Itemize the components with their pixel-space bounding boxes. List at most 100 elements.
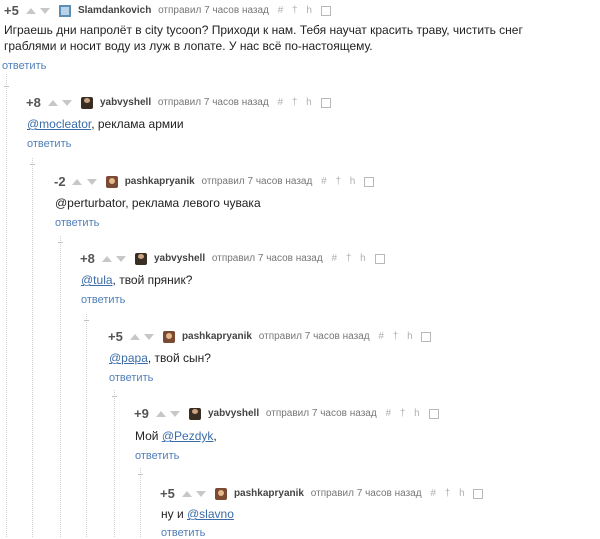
save-icon[interactable] <box>364 176 375 187</box>
dagger-icon[interactable]: † <box>400 408 406 419</box>
permalink-icon[interactable]: # <box>278 5 284 16</box>
vote-up-icon[interactable] <box>129 333 140 340</box>
avatar[interactable] <box>81 96 94 109</box>
collapse-toggle[interactable] <box>58 242 63 243</box>
comment-rating: +5 <box>4 3 19 18</box>
comment-text: @perturbator, реклама левого чувака <box>55 196 261 210</box>
avatar[interactable] <box>59 4 72 17</box>
comment-author[interactable]: pashkapryanik <box>182 331 252 342</box>
dagger-icon[interactable]: † <box>445 488 451 499</box>
user-mention-link[interactable]: @mocleator <box>27 117 91 131</box>
save-icon[interactable] <box>374 253 385 264</box>
collapse-toggle[interactable] <box>4 86 9 87</box>
vote-up-icon[interactable] <box>181 490 192 497</box>
vote-up-icon[interactable] <box>47 99 58 106</box>
comment-author[interactable]: yabvyshell <box>154 253 205 264</box>
comment-text: ну и @slavno <box>161 506 234 522</box>
dagger-icon[interactable]: † <box>292 5 298 16</box>
comment-header: +5 pashkapryanik отправил 7 часов назад … <box>108 329 432 345</box>
save-icon[interactable] <box>421 331 432 342</box>
user-mention-link[interactable]: @tula <box>81 273 113 287</box>
avatar[interactable] <box>105 175 118 188</box>
avatar[interactable] <box>189 407 202 420</box>
thread-line <box>86 314 87 537</box>
vote-up-icon[interactable] <box>72 178 83 185</box>
parent-icon[interactable]: h <box>360 253 366 264</box>
comment-text-start: ну и <box>161 507 187 521</box>
comment-author[interactable]: Slamdankovich <box>78 5 151 16</box>
vote-down-icon[interactable] <box>62 99 73 106</box>
comment-text: @tula, твой пряник? <box>81 272 192 288</box>
comment-author[interactable]: yabvyshell <box>100 97 151 108</box>
comment-text-rest: , твой сын? <box>147 351 211 365</box>
comment-text: Мой @Pezdyk, <box>135 428 217 444</box>
thread-line <box>6 74 7 537</box>
vote-up-icon[interactable] <box>25 7 36 14</box>
comment-header: +5 pashkapryanik отправил 7 часов назад … <box>160 486 484 502</box>
permalink-icon[interactable]: # <box>321 176 327 187</box>
vote-down-icon[interactable] <box>144 333 155 340</box>
comment-text-line: граблями и носит воду из луж в лопате. У… <box>4 39 373 53</box>
parent-icon[interactable]: h <box>306 5 312 16</box>
dagger-icon[interactable]: † <box>393 331 399 342</box>
vote-up-icon[interactable] <box>155 410 166 417</box>
avatar[interactable] <box>215 487 228 500</box>
comment-meta: отправил 7 часов назад <box>265 408 377 419</box>
parent-icon[interactable]: h <box>306 97 312 108</box>
thread-line <box>60 236 61 537</box>
user-mention-link[interactable]: @Pezdyk <box>162 429 214 443</box>
comment-meta: отправил 7 часов назад <box>158 5 269 16</box>
parent-icon[interactable]: h <box>350 176 356 187</box>
parent-icon[interactable]: h <box>407 331 413 342</box>
vote-down-icon[interactable] <box>116 255 127 262</box>
comment-author[interactable]: pashkapryanik <box>234 488 304 499</box>
comment-author[interactable]: pashkapryanik <box>125 176 195 187</box>
avatar[interactable] <box>163 330 176 343</box>
permalink-icon[interactable]: # <box>430 488 436 499</box>
comment-meta: отправил 7 часов назад <box>157 97 269 108</box>
comment-text-line: Играешь дни напролёт в city tycoon? Прих… <box>4 23 523 37</box>
parent-icon[interactable]: h <box>459 488 465 499</box>
collapse-toggle[interactable] <box>112 396 117 397</box>
thread-line <box>140 468 141 537</box>
user-mention-link[interactable]: @slavno <box>187 507 234 521</box>
comment-text-rest: , твой пряник? <box>112 273 193 287</box>
permalink-icon[interactable]: # <box>385 408 391 419</box>
reply-link[interactable]: ответить <box>109 372 153 384</box>
user-mention-link[interactable]: @papa <box>109 351 148 365</box>
dagger-icon[interactable]: † <box>346 253 352 264</box>
reply-link[interactable]: ответить <box>2 60 46 72</box>
vote-down-icon[interactable] <box>196 490 207 497</box>
reply-link[interactable]: ответить <box>55 217 99 229</box>
comment-text-rest: , <box>213 429 217 443</box>
parent-icon[interactable]: h <box>414 408 420 419</box>
reply-link[interactable]: ответить <box>135 450 179 462</box>
comment-meta: отправил 7 часов назад <box>310 488 422 499</box>
permalink-icon[interactable]: # <box>277 97 283 108</box>
save-icon[interactable] <box>473 488 484 499</box>
vote-down-icon[interactable] <box>87 178 98 185</box>
reply-link[interactable]: ответить <box>27 138 71 150</box>
comment-rating: +5 <box>160 486 175 501</box>
save-icon[interactable] <box>320 97 331 108</box>
collapse-toggle[interactable] <box>138 474 143 475</box>
save-icon[interactable] <box>320 5 331 16</box>
thread-line <box>114 390 115 537</box>
collapse-toggle[interactable] <box>84 320 89 321</box>
permalink-icon[interactable]: # <box>378 331 384 342</box>
vote-down-icon[interactable] <box>40 7 51 14</box>
collapse-toggle[interactable] <box>30 164 35 165</box>
reply-link[interactable]: ответить <box>161 527 205 539</box>
save-icon[interactable] <box>428 408 439 419</box>
comment-meta: отправил 7 часов назад <box>258 331 370 342</box>
comment-meta: отправил 7 часов назад <box>201 176 313 187</box>
comment-author[interactable]: yabvyshell <box>208 408 259 419</box>
comment-text: @papa, твой сын? <box>109 350 211 366</box>
vote-down-icon[interactable] <box>170 410 181 417</box>
dagger-icon[interactable]: † <box>335 176 341 187</box>
vote-up-icon[interactable] <box>101 255 112 262</box>
reply-link[interactable]: ответить <box>81 294 125 306</box>
permalink-icon[interactable]: # <box>331 253 337 264</box>
dagger-icon[interactable]: † <box>292 97 298 108</box>
avatar[interactable] <box>135 252 148 265</box>
